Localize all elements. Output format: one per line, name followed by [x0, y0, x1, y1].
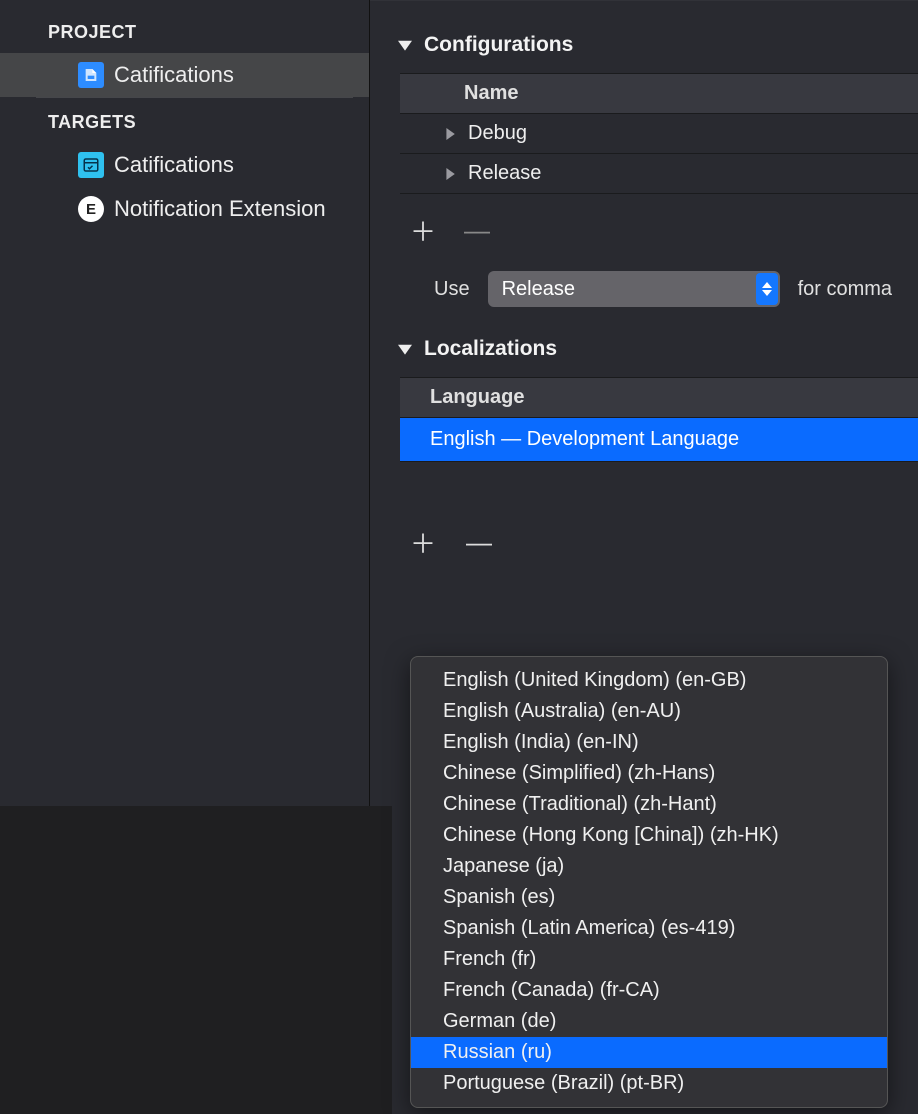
language-menu-item[interactable]: English (United Kingdom) (en-GB): [411, 665, 887, 696]
add-localization-button[interactable]: ＋: [410, 524, 436, 561]
language-popup: English (United Kingdom) (en-GB)English …: [410, 656, 888, 1108]
loc-col-language[interactable]: Language: [400, 378, 918, 418]
language-menu-item[interactable]: Chinese (Traditional) (zh-Hant): [411, 789, 887, 820]
localizations-table: Language English — Development Language: [400, 377, 918, 462]
language-menu-item[interactable]: Spanish (es): [411, 882, 887, 913]
language-menu-item[interactable]: Portuguese (Brazil) (pt-BR): [411, 1068, 887, 1099]
config-col-name[interactable]: Name: [400, 74, 918, 114]
disclosure-triangle-down-icon: [398, 38, 412, 52]
language-menu-item[interactable]: German (de): [411, 1006, 887, 1037]
language-menu-item[interactable]: French (fr): [411, 944, 887, 975]
remove-config-button[interactable]: —: [464, 215, 490, 246]
configurations-header[interactable]: Configurations: [370, 33, 918, 73]
add-config-button[interactable]: ＋: [410, 212, 436, 249]
config-row[interactable]: Debug: [400, 114, 918, 154]
target-item-label: Notification Extension: [114, 196, 326, 222]
localizations-header[interactable]: Localizations: [370, 337, 918, 377]
target-item-label: Catifications: [114, 152, 234, 178]
console-area: [0, 806, 392, 1114]
targets-section-label: TARGETS: [0, 98, 369, 143]
language-menu-item[interactable]: Japanese (ja): [411, 851, 887, 882]
language-menu-item[interactable]: French (Canada) (fr-CA): [411, 975, 887, 1006]
configurations-title: Configurations: [424, 33, 573, 57]
use-label: Use: [434, 278, 470, 301]
localization-row[interactable]: English — Development Language: [400, 418, 918, 461]
config-row-label: Release: [468, 162, 541, 185]
localization-row-label: English — Development Language: [430, 428, 739, 450]
project-section-label: PROJECT: [0, 14, 369, 53]
localizations-title: Localizations: [424, 337, 557, 361]
config-select-value: Release: [502, 278, 575, 301]
extension-icon: E: [78, 196, 104, 222]
stepper-icon: [756, 273, 778, 305]
language-menu-item[interactable]: English (India) (en-IN): [411, 727, 887, 758]
config-row[interactable]: Release: [400, 154, 918, 194]
language-menu-item[interactable]: Spanish (Latin America) (es-419): [411, 913, 887, 944]
disclosure-triangle-right-icon[interactable]: [444, 168, 460, 180]
configurations-table: Name Debug Release: [400, 73, 918, 194]
remove-localization-button[interactable]: —: [466, 527, 492, 558]
for-label: for comma: [798, 278, 892, 301]
config-row-label: Debug: [468, 122, 527, 145]
language-menu-item[interactable]: English (Australia) (en-AU): [411, 696, 887, 727]
config-select[interactable]: Release: [488, 271, 780, 307]
language-menu-item[interactable]: Chinese (Hong Kong [China]) (zh-HK): [411, 820, 887, 851]
app-icon: [78, 152, 104, 178]
targets-list: Catifications E Notification Extension: [0, 143, 369, 231]
language-menu-item[interactable]: Russian (ru): [411, 1037, 887, 1068]
project-icon: [78, 62, 104, 88]
target-item[interactable]: Catifications: [0, 143, 369, 187]
project-item[interactable]: Catifications: [0, 53, 369, 97]
target-item[interactable]: E Notification Extension: [0, 187, 369, 231]
disclosure-triangle-down-icon: [398, 342, 412, 356]
disclosure-triangle-right-icon[interactable]: [444, 128, 460, 140]
project-item-label: Catifications: [114, 62, 234, 88]
language-menu-item[interactable]: Chinese (Simplified) (zh-Hans): [411, 758, 887, 789]
